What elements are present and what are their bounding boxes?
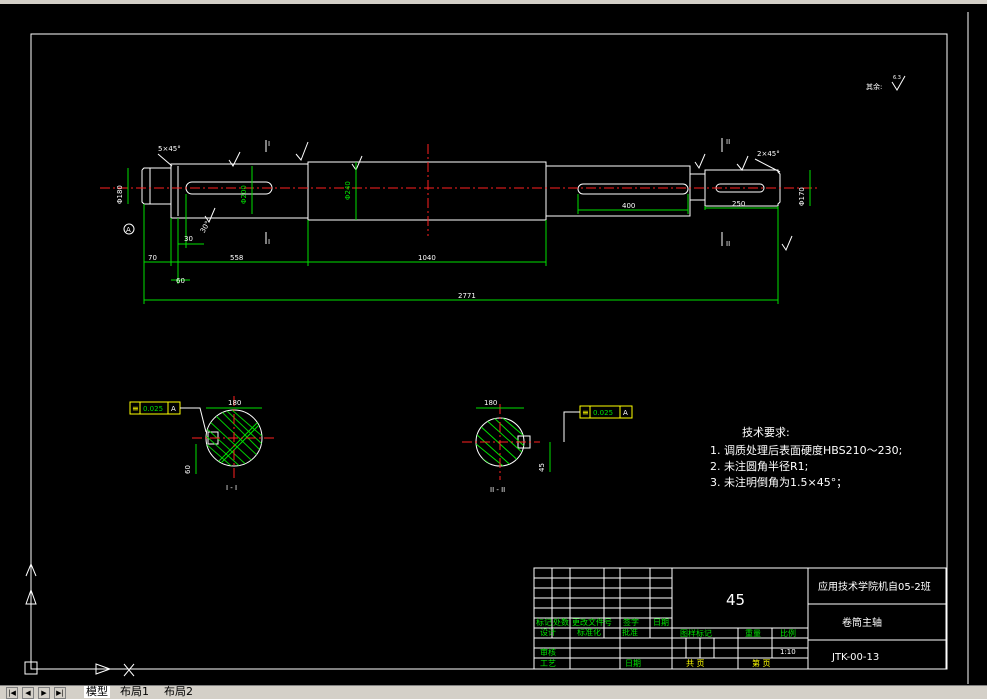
dim-dia180: Φ180 <box>116 185 124 204</box>
dim-400: 400 <box>622 202 635 210</box>
svg-text:技术要求:: 技术要求: <box>742 426 790 439</box>
tab-layout2[interactable]: 布局2 <box>162 686 195 698</box>
ucs-axis-icon <box>24 562 135 677</box>
roughness-value: 6.3 <box>893 75 901 81</box>
section-marker-left-top: I <box>268 140 270 148</box>
dim-70: 70 <box>148 254 157 262</box>
svg-text:≡: ≡ <box>132 404 139 413</box>
section-marker-right-top: II <box>726 138 730 146</box>
svg-text:标记: 标记 <box>536 617 552 627</box>
dim-1040: 1040 <box>418 254 436 262</box>
svg-text:图样标记: 图样标记 <box>680 628 712 638</box>
dim-dia170: Φ170 <box>798 187 806 206</box>
drawing-canvas[interactable]: 其余: 6.3 5×45° 2×45° I I II II Φ180 Φ200 … <box>0 4 987 685</box>
roughness-note: 其余: <box>866 82 882 91</box>
dim-60: 60 <box>176 277 185 285</box>
svg-text:≡: ≡ <box>582 408 589 417</box>
first-tab-button[interactable]: |◀ <box>6 687 18 699</box>
section-right-depth: 45 <box>538 463 546 472</box>
svg-text:0.025: 0.025 <box>593 409 613 417</box>
svg-text:签字: 签字 <box>623 617 639 627</box>
section-view-left[interactable]: 180 60 I - I <box>184 396 276 492</box>
next-tab-button[interactable]: ▶ <box>38 687 50 699</box>
roughness-mark-icon <box>694 153 706 170</box>
svg-text:A: A <box>171 405 176 413</box>
layout-tab-bar: |◀ ◀ ▶ ▶| 模型 布局1 布局2 <box>0 685 987 699</box>
svg-text:日期: 日期 <box>653 618 669 627</box>
svg-text:批准: 批准 <box>622 627 638 637</box>
svg-text:工艺: 工艺 <box>540 659 556 668</box>
svg-text:1. 调质处理后表面硬度HBS210～230;: 1. 调质处理后表面硬度HBS210～230; <box>710 443 902 457</box>
svg-text:共 页: 共 页 <box>686 659 705 668</box>
tab-model[interactable]: 模型 <box>84 686 110 698</box>
last-tab-button[interactable]: ▶| <box>54 687 66 699</box>
title-material: 45 <box>726 591 745 609</box>
title-block: 45 应用技术学院机自05-2班 卷筒主轴 JTK-00-13 标记 处数 更改… <box>533 567 947 670</box>
vertical-scrollbar[interactable] <box>970 12 987 698</box>
svg-text:0.025: 0.025 <box>143 405 163 413</box>
section-left-width: 180 <box>228 399 241 407</box>
tab-layout1[interactable]: 布局1 <box>118 686 151 698</box>
svg-text:重量: 重量 <box>745 628 761 638</box>
section-left-name: I - I <box>226 484 237 492</box>
svg-text:更改文件号: 更改文件号 <box>572 617 612 627</box>
section-left-depth: 60 <box>184 465 192 474</box>
dim-558: 558 <box>230 254 243 262</box>
section-right-name: II - II <box>490 486 505 494</box>
dim-250: 250 <box>732 200 745 208</box>
svg-text:设计: 设计 <box>540 627 556 637</box>
title-school: 应用技术学院机自05-2班 <box>818 580 931 593</box>
dim-2771: 2771 <box>458 292 476 300</box>
roughness-mark-icon <box>204 207 216 224</box>
dim-dia200: Φ200 <box>240 185 248 204</box>
sheet-border <box>30 33 948 670</box>
section-marker-right-bottom: II <box>726 240 730 248</box>
chamfer-right-label: 2×45° <box>757 150 780 158</box>
svg-text:处数: 处数 <box>553 617 569 627</box>
svg-text:审核: 审核 <box>540 647 556 657</box>
prev-tab-button[interactable]: ◀ <box>22 687 34 699</box>
section-right-width: 180 <box>484 399 497 407</box>
title-code: JTK-00-13 <box>831 652 879 663</box>
roughness-mark-icon <box>781 235 793 252</box>
dim-30: 30 <box>184 235 193 243</box>
section-marker-left-bottom: I <box>268 238 270 246</box>
svg-text:第 页: 第 页 <box>752 658 771 668</box>
roughness-mark-icon <box>351 155 363 172</box>
dim-dia240: Φ240 <box>344 181 352 200</box>
svg-text:1:10: 1:10 <box>780 648 796 656</box>
svg-text:3. 未注明倒角为1.5×45°；: 3. 未注明倒角为1.5×45°； <box>710 475 847 489</box>
roughness-mark-icon <box>736 155 749 171</box>
tech-requirements: 技术要求: 1. 调质处理后表面硬度HBS210～230; 2. 未注圆角半径R… <box>710 426 902 489</box>
svg-text:比例: 比例 <box>780 628 796 638</box>
svg-text:标准化: 标准化 <box>577 627 601 637</box>
title-part-name: 卷筒主轴 <box>842 616 882 629</box>
svg-text:2. 未注圆角半径R1;: 2. 未注圆角半径R1; <box>710 459 808 473</box>
datum-a-label: A <box>126 226 131 234</box>
section-view-right[interactable]: 180 45 II - II <box>462 399 551 494</box>
svg-text:A: A <box>623 409 628 417</box>
tolerance-frame-left: ≡ 0.025 A <box>129 401 207 433</box>
dim-angle30: 30° <box>199 220 212 235</box>
chamfer-left-label: 5×45° <box>158 145 181 153</box>
roughness-mark-icon <box>295 141 309 161</box>
tolerance-frame-right: ≡ 0.025 A <box>563 405 633 442</box>
svg-text:日期: 日期 <box>625 659 641 668</box>
